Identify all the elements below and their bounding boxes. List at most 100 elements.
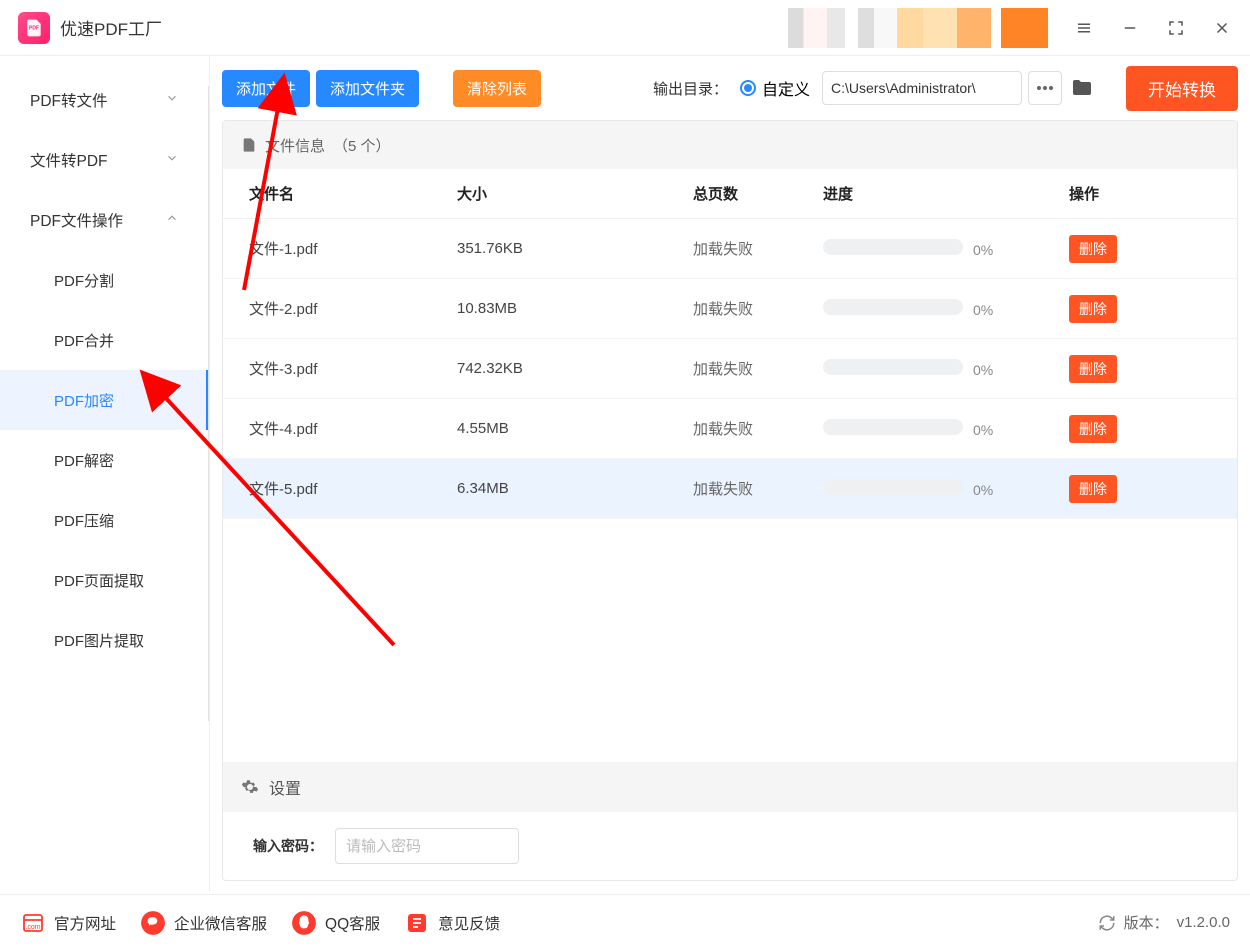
delete-button[interactable]: 删除 xyxy=(1069,475,1117,503)
fullscreen-icon[interactable] xyxy=(1166,18,1186,38)
sidebar-item-pdf-compress[interactable]: PDF压缩 xyxy=(0,490,209,550)
cell-pages: 加载失败 xyxy=(693,238,823,259)
panel-header-count: （5 个） xyxy=(333,135,391,156)
cell-progress: 0% xyxy=(823,419,1069,439)
file-icon xyxy=(241,137,257,153)
cell-name: 文件-1.pdf xyxy=(223,238,457,259)
delete-button[interactable]: 删除 xyxy=(1069,295,1117,323)
settings-header: 设置 xyxy=(223,762,1237,812)
password-input[interactable] xyxy=(335,828,519,864)
sidebar-item-label: PDF合并 xyxy=(54,330,114,351)
output-dir-label: 输出目录： xyxy=(653,78,728,99)
progress-bar xyxy=(823,299,963,315)
delete-button[interactable]: 删除 xyxy=(1069,415,1117,443)
refresh-icon[interactable] xyxy=(1098,914,1116,932)
col-pages: 总页数 xyxy=(693,183,823,204)
panel-header-text: 文件信息 xyxy=(265,135,325,156)
password-label: 输入密码： xyxy=(253,836,323,856)
cell-size: 6.34MB xyxy=(457,480,693,497)
table-row[interactable]: 文件-4.pdf4.55MB加载失败0%删除 xyxy=(223,399,1237,459)
cell-name: 文件-4.pdf xyxy=(223,418,457,439)
progress-bar xyxy=(823,239,963,255)
sidebar-item-pdf-split[interactable]: PDF分割 xyxy=(0,250,209,310)
sidebar-main-pdf-ops[interactable]: PDF文件操作 xyxy=(0,190,209,250)
sidebar-item-pdf-merge[interactable]: PDF合并 xyxy=(0,310,209,370)
progress-text: 0% xyxy=(973,242,993,258)
add-folder-button[interactable]: 添加文件夹 xyxy=(316,70,419,107)
minimize-icon[interactable] xyxy=(1120,18,1140,38)
progress-text: 0% xyxy=(973,302,993,318)
table-row[interactable]: 文件-5.pdf6.34MB加载失败0%删除 xyxy=(223,459,1237,519)
table-row[interactable]: 文件-2.pdf10.83MB加载失败 0% 删除 xyxy=(223,279,1237,339)
sidebar-item-label: PDF页面提取 xyxy=(54,570,144,591)
sidebar: PDF转文件 文件转PDF PDF文件操作 PDF分割 PDF合并 PDF加密 … xyxy=(0,56,210,891)
chevron-down-icon xyxy=(165,151,179,170)
app-title: 优速PDF工厂 xyxy=(60,15,162,40)
sidebar-item-label: PDF加密 xyxy=(54,390,114,411)
sidebar-item-pdf-encrypt[interactable]: PDF加密 xyxy=(0,370,209,430)
version-label: 版本： xyxy=(1124,912,1169,933)
sidebar-item-pdf-decrypt[interactable]: PDF解密 xyxy=(0,430,209,490)
footer-link-label: 企业微信客服 xyxy=(174,912,267,934)
start-convert-button[interactable]: 开始转换 xyxy=(1126,66,1238,111)
footer-link-label: QQ客服 xyxy=(325,912,380,934)
close-icon[interactable] xyxy=(1212,18,1232,38)
footer-wechat-support[interactable]: 企业微信客服 xyxy=(140,910,267,936)
cell-progress: 0% xyxy=(823,239,1069,259)
col-progress: 进度 xyxy=(823,183,1069,204)
sidebar-item-label: PDF压缩 xyxy=(54,510,114,531)
file-panel: 文件信息（5 个） 文件名 大小 总页数 进度 操作 文件-1.pdf351.7… xyxy=(222,120,1238,881)
website-icon: .com xyxy=(20,910,46,936)
delete-button[interactable]: 删除 xyxy=(1069,355,1117,383)
gear-icon xyxy=(241,778,259,796)
cell-action: 删除 xyxy=(1069,355,1237,383)
cell-action: 删除 xyxy=(1069,235,1237,263)
table-row[interactable]: 文件-3.pdf742.32KB加载失败0%删除 xyxy=(223,339,1237,399)
browse-button[interactable] xyxy=(1028,71,1062,105)
radio-label: 自定义 xyxy=(762,76,810,100)
delete-button[interactable]: 删除 xyxy=(1069,235,1117,263)
table-row[interactable]: 文件-1.pdf351.76KB加载失败 0% 删除 xyxy=(223,219,1237,279)
cell-name: 文件-2.pdf xyxy=(223,298,457,319)
sidebar-main-file-to-pdf[interactable]: 文件转PDF xyxy=(0,130,209,190)
cell-size: 10.83MB xyxy=(457,300,693,317)
clear-list-button[interactable]: 清除列表 xyxy=(453,70,541,107)
footer: .com 官方网址 企业微信客服 QQ客服 意见反馈 版本： v1.2.0.0 xyxy=(0,894,1250,950)
cell-progress: 0% xyxy=(823,359,1069,379)
footer-official-site[interactable]: .com 官方网址 xyxy=(20,910,116,936)
cell-name: 文件-5.pdf xyxy=(223,478,457,499)
cell-action: 删除 xyxy=(1069,295,1237,323)
footer-link-label: 意见反馈 xyxy=(438,912,500,934)
cell-size: 742.32KB xyxy=(457,360,693,377)
sidebar-item-label: PDF分割 xyxy=(54,270,114,291)
svg-text:.com: .com xyxy=(25,924,40,931)
col-size: 大小 xyxy=(457,183,693,204)
progress-bar xyxy=(823,359,963,375)
cell-size: 351.76KB xyxy=(457,240,693,257)
output-path-input[interactable] xyxy=(822,71,1022,105)
footer-feedback[interactable]: 意见反馈 xyxy=(404,910,500,936)
menu-icon[interactable] xyxy=(1074,18,1094,38)
output-custom-radio[interactable]: 自定义 xyxy=(740,76,810,100)
sidebar-item-pdf-page-extract[interactable]: PDF页面提取 xyxy=(0,550,209,610)
cell-progress: 0% xyxy=(823,299,1069,319)
sidebar-item-label: PDF解密 xyxy=(54,450,114,471)
cell-size: 4.55MB xyxy=(457,420,693,437)
progress-text: 0% xyxy=(973,482,993,498)
sidebar-main-pdf-to-file[interactable]: PDF转文件 xyxy=(0,70,209,130)
main-panel: 添加文件 添加文件夹 清除列表 输出目录： 自定义 开始转换 文件信息 （5 个）… xyxy=(210,56,1250,891)
cell-pages: 加载失败 xyxy=(693,298,823,319)
add-file-button[interactable]: 添加文件 xyxy=(222,70,310,107)
cell-pages: 加载失败 xyxy=(693,418,823,439)
footer-qq-support[interactable]: QQ客服 xyxy=(291,910,380,936)
chevron-down-icon xyxy=(165,91,179,110)
svg-text:PDF: PDF xyxy=(29,25,39,31)
password-row: 输入密码： xyxy=(223,812,1237,880)
cell-action: 删除 xyxy=(1069,475,1237,503)
sidebar-main-label: PDF转文件 xyxy=(30,89,108,111)
open-folder-icon[interactable] xyxy=(1068,74,1096,102)
app-logo-icon: PDF xyxy=(18,12,50,44)
sidebar-item-pdf-image-extract[interactable]: PDF图片提取 xyxy=(0,610,209,670)
sidebar-main-label: 文件转PDF xyxy=(30,149,108,171)
toolbar: 添加文件 添加文件夹 清除列表 输出目录： 自定义 开始转换 xyxy=(210,56,1250,120)
